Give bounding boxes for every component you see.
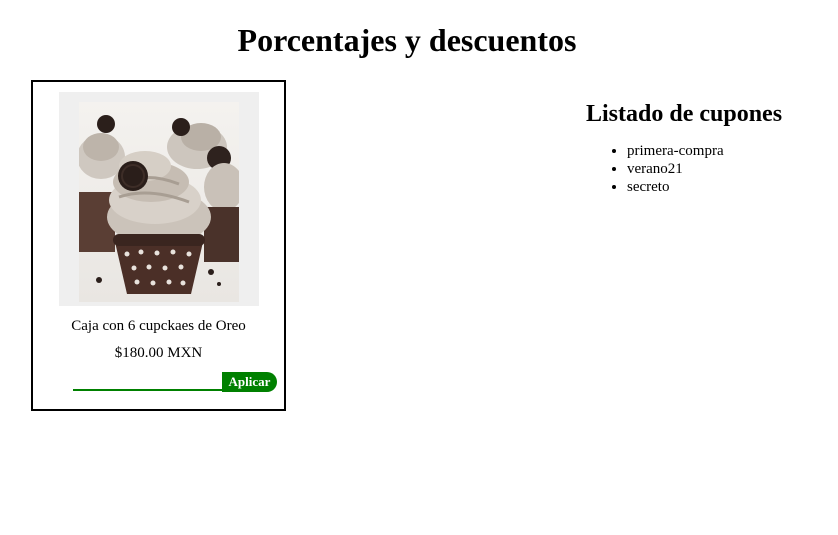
list-item: verano21 <box>627 160 826 178</box>
page: Porcentajes y descuentos Caja con 6 cupc… <box>0 0 838 535</box>
coupons-title: Listado de cupones <box>586 101 783 127</box>
product-price: $180.00 MXN <box>114 345 203 361</box>
product-image <box>59 92 259 306</box>
coupons-list: primera-compra verano21 secreto <box>586 142 826 196</box>
coupon-input[interactable] <box>73 373 223 391</box>
apply-button[interactable]: Aplicar <box>222 372 277 392</box>
page-title: Porcentajes y descuentos <box>237 22 577 58</box>
product-name: Caja con 6 cupckaes de Oreo <box>71 318 246 334</box>
oreo-cupcakes-photo-icon <box>79 102 239 302</box>
list-item: primera-compra <box>627 142 826 160</box>
product-card: Caja con 6 cupckaes de Oreo $180.00 MXN … <box>31 80 286 411</box>
coupons-panel: Listado de cupones primera-compra verano… <box>586 100 826 196</box>
list-item: secreto <box>627 178 826 196</box>
